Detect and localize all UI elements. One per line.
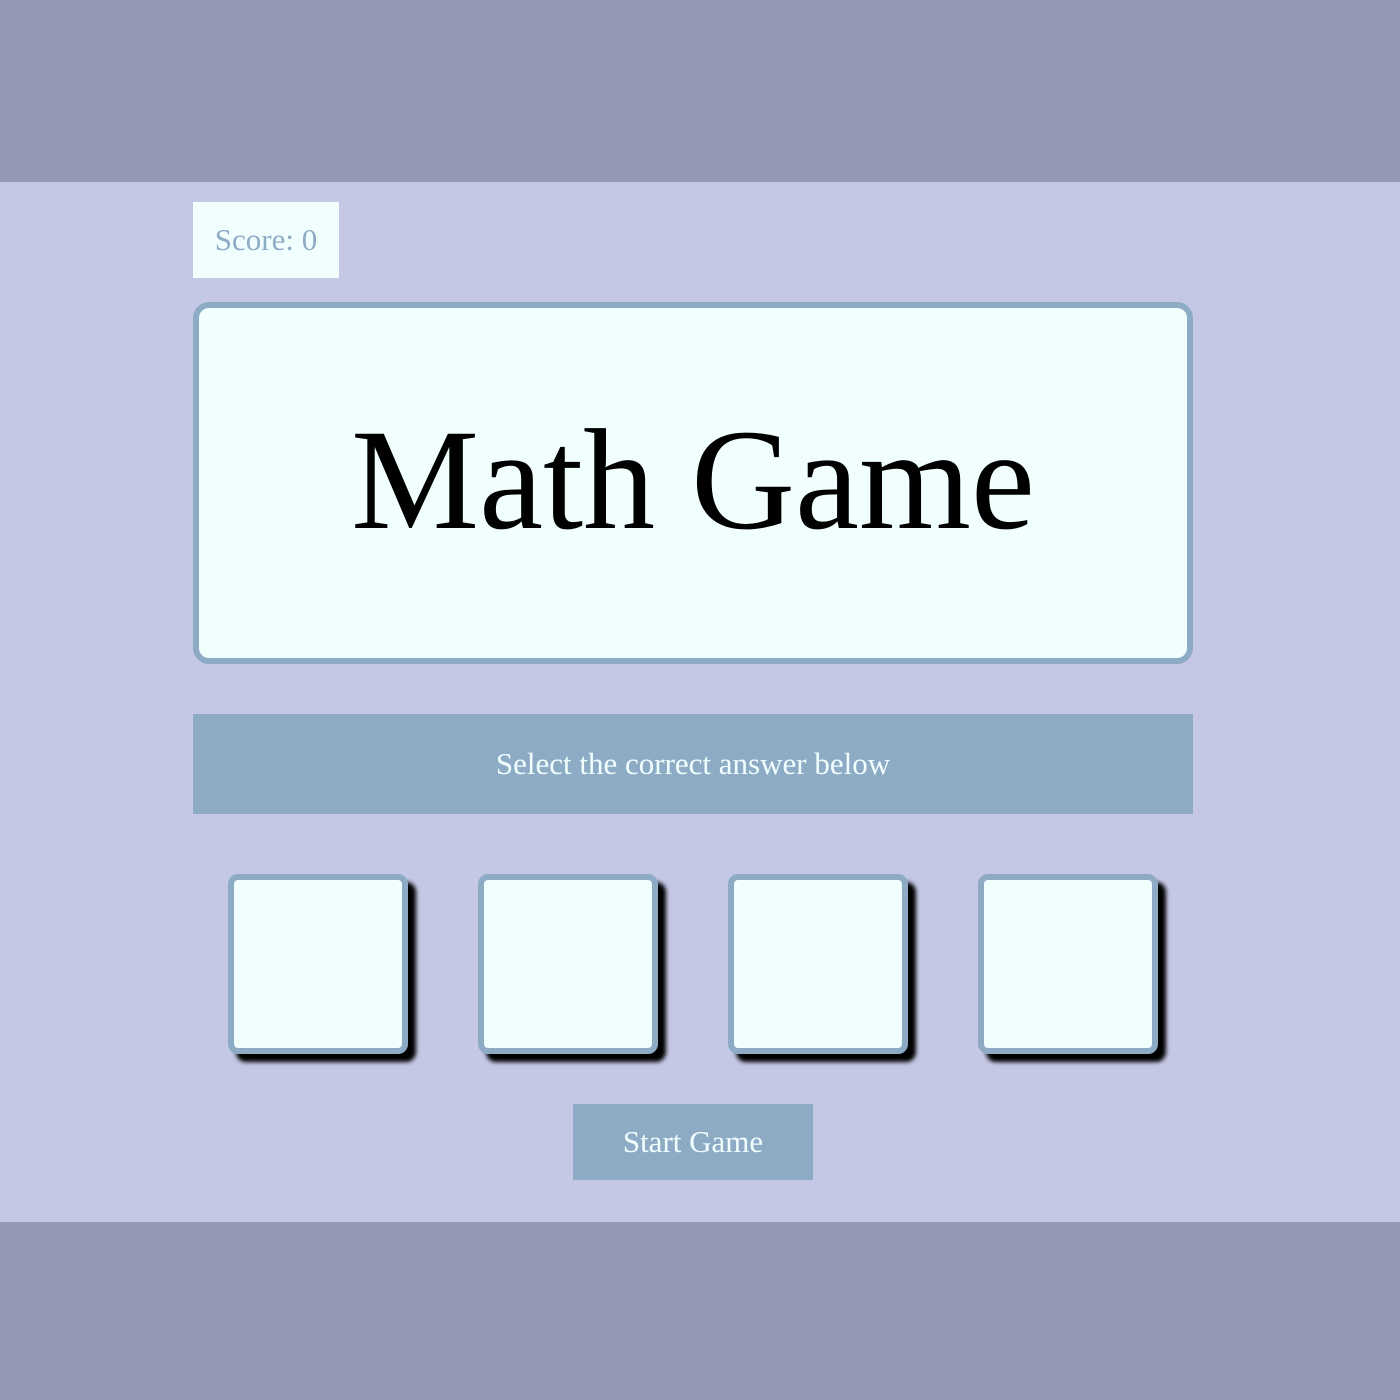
score-display: Score: 0: [193, 202, 339, 278]
game-container: Score: 0 Math Game Select the correct an…: [0, 182, 1400, 1222]
start-game-button[interactable]: Start Game: [573, 1104, 813, 1180]
question-panel: Math Game: [193, 302, 1193, 664]
instruction-banner: Select the correct answer below: [193, 714, 1193, 814]
answer-choice-3[interactable]: [728, 874, 908, 1054]
answer-choice-2[interactable]: [478, 874, 658, 1054]
bottom-band: [0, 1222, 1400, 1400]
answer-choice-4[interactable]: [978, 874, 1158, 1054]
top-band: [0, 0, 1400, 182]
question-text: Math Game: [351, 401, 1035, 560]
answer-choice-1[interactable]: [228, 874, 408, 1054]
